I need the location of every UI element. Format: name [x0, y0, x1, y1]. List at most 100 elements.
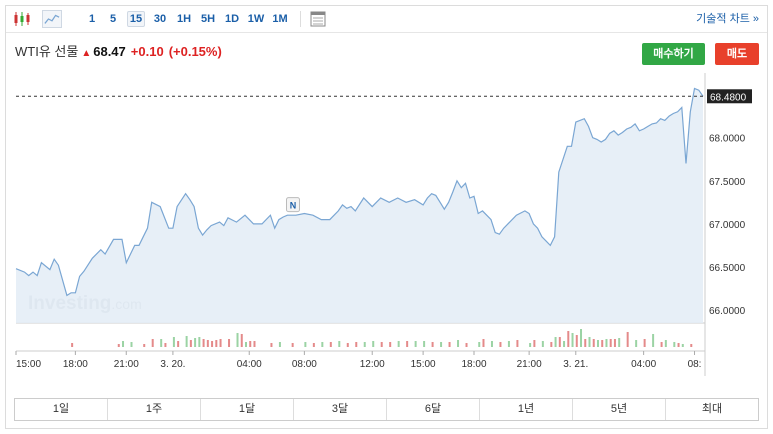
x-tick-label: 3. 20. [160, 359, 185, 370]
volume-bar-down [567, 331, 570, 347]
volume-bar-up [596, 340, 599, 347]
x-tick-label: 04:00 [237, 359, 262, 370]
volume-bar-up [372, 341, 375, 347]
volume-bar-up [236, 333, 239, 347]
volume-bar-down [690, 344, 693, 347]
volume-bar-up [681, 344, 684, 347]
volume-bar-down [575, 335, 578, 347]
range-tab-3m[interactable]: 3달 [294, 399, 387, 420]
y-tick-label: 68.0000 [709, 134, 746, 145]
volume-bar-up [652, 334, 655, 347]
volume-bar-up [363, 342, 366, 347]
volume-bar-down [329, 342, 332, 347]
volume-bar-down [151, 339, 154, 347]
volume-bar-up [245, 342, 247, 347]
volume-bar-down [389, 342, 392, 347]
x-tick-label: 18:00 [461, 359, 486, 370]
volume-bar-up [563, 341, 566, 347]
volume-bar-up [490, 341, 493, 347]
volume-bar-down [584, 339, 587, 347]
volume-bar-down [355, 342, 358, 347]
range-tab-1y[interactable]: 1년 [480, 399, 573, 420]
x-tick-label: 3. 21. [563, 359, 588, 370]
volume-bar-up [198, 337, 201, 347]
volume-bar-down [550, 342, 553, 347]
x-tick-label: 04:00 [631, 359, 656, 370]
volume-bar-up [130, 342, 133, 347]
volume-bar-down [253, 341, 256, 347]
volume-bar-down [143, 344, 146, 347]
volume-bar-down [211, 341, 214, 347]
volume-bar-up [605, 339, 608, 347]
x-tick-label: 21:00 [114, 359, 139, 370]
volume-bar-down [533, 340, 536, 347]
volume-bar-down [558, 337, 561, 347]
range-selector: 1일 1주 1달 3달 6달 1년 5년 최대 [14, 398, 759, 421]
volume-bar-up [423, 341, 426, 347]
volume-bar-down [677, 343, 680, 347]
range-tab-1m[interactable]: 1달 [201, 399, 294, 420]
volume-bar-down [660, 342, 663, 347]
volume-bar-down [312, 343, 315, 347]
x-tick-label: 21:00 [517, 359, 542, 370]
volume-bar-up [440, 342, 443, 347]
volume-bar-down [448, 342, 451, 347]
volume-bar-up [529, 343, 532, 347]
volume-bar-down [219, 339, 222, 347]
volume-bar-down [71, 343, 74, 347]
volume-bar-down [626, 332, 629, 347]
volume-bar-up [122, 341, 125, 347]
volume-bar-down [346, 343, 349, 347]
y-tick-label: 66.5000 [709, 263, 746, 274]
y-tick-label: 66.0000 [709, 306, 746, 317]
range-tab-6m[interactable]: 6달 [387, 399, 480, 420]
x-tick-label: 18:00 [63, 359, 88, 370]
volume-bar-down [613, 339, 616, 347]
x-tick-label: 12:00 [360, 359, 385, 370]
range-tab-5y[interactable]: 5년 [573, 399, 666, 420]
volume-bar-down [202, 339, 205, 347]
volume-bar-up [185, 336, 188, 347]
volume-bar-down [406, 341, 409, 347]
x-tick-label: 15:00 [16, 359, 41, 370]
volume-bar-down [380, 342, 383, 347]
volume-bar-down [117, 344, 120, 347]
volume-bar-up [507, 341, 510, 347]
volume-bar-up [541, 341, 544, 347]
x-tick-label: 08: [688, 359, 702, 370]
x-tick-label: 08:00 [292, 359, 317, 370]
volume-bar-up [414, 341, 417, 347]
volume-bar-down [240, 334, 243, 347]
volume-bar-up [172, 337, 175, 347]
volume-bar-up [580, 329, 583, 347]
volume-bar-up [160, 339, 163, 347]
price-chart: Investing.com68.480068.000067.500067.000… [15, 73, 752, 376]
range-tab-1w[interactable]: 1주 [108, 399, 201, 420]
volume-bar-up [588, 337, 591, 347]
volume-bar-up [635, 340, 638, 347]
volume-bar-down [228, 339, 231, 347]
volume-bar-up [554, 337, 557, 347]
volume-bar-down [499, 342, 502, 347]
volume-bar-up [664, 340, 667, 347]
volume-bar-up [278, 342, 281, 347]
volume-bar-up [478, 342, 481, 347]
volume-bar-down [270, 343, 273, 347]
range-tab-max[interactable]: 최대 [666, 399, 758, 420]
volume-bar-down [206, 340, 209, 347]
volume-bar-down [291, 343, 294, 347]
volume-bar-up [304, 342, 307, 347]
volume-bar-up [194, 338, 197, 347]
range-tab-1d[interactable]: 1일 [15, 399, 108, 420]
news-marker-label: N [290, 201, 297, 211]
volume-bar-up [397, 341, 400, 347]
volume-bar-up [571, 333, 574, 347]
volume-bar-up [338, 341, 341, 347]
volume-bar-down [516, 340, 519, 347]
volume-bar-down [177, 341, 180, 347]
volume-bar-down [189, 340, 192, 347]
volume-bar-down [431, 342, 434, 347]
x-tick-label: 15:00 [411, 359, 436, 370]
volume-bar-down [164, 343, 167, 347]
volume-bar-down [643, 339, 646, 347]
